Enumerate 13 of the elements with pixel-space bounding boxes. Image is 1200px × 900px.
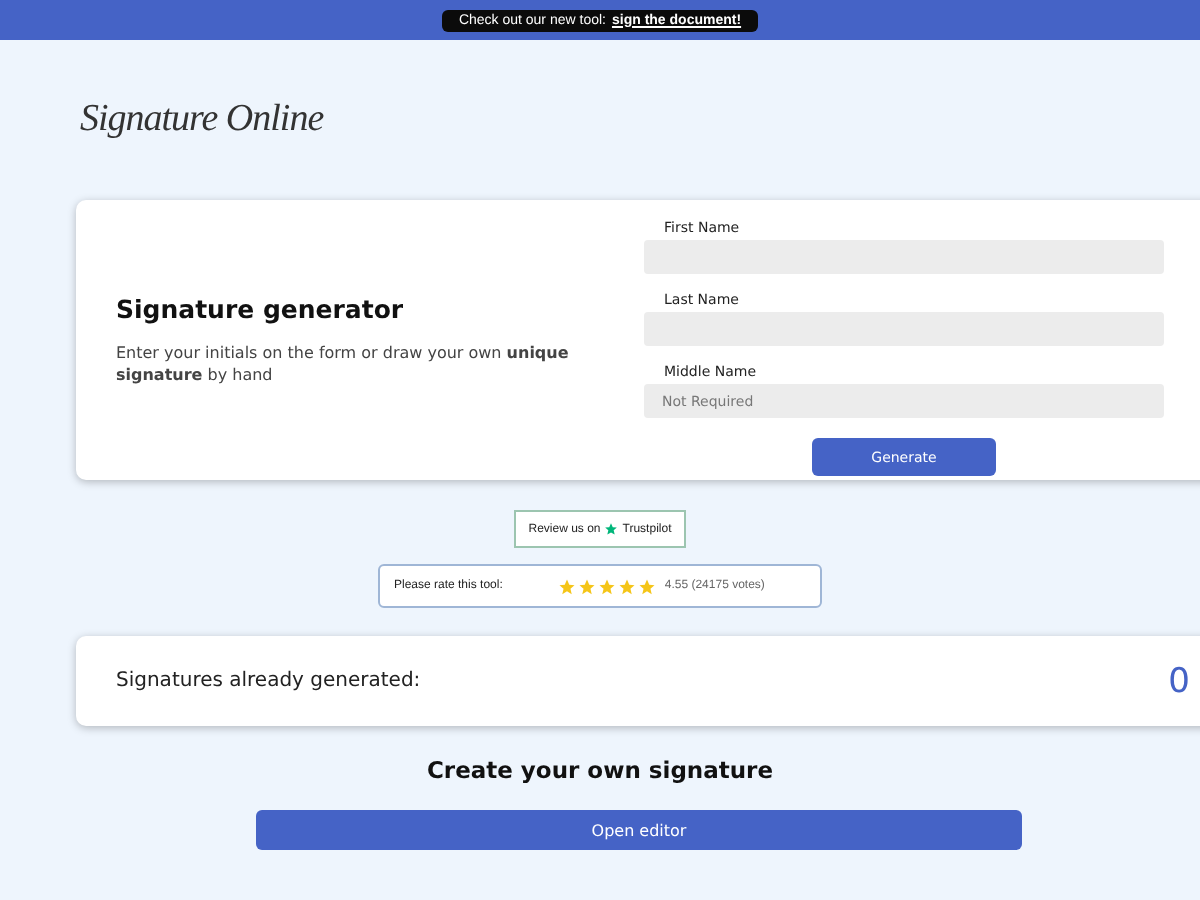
logo[interactable]: Signature Online [80,76,1200,164]
counter-label: Signatures already generated: [116,670,421,692]
card-description: Enter your initials on the form or draw your own unique signature by hand [116,341,571,387]
card-title: Signature generator [116,293,406,324]
star-icon[interactable] [558,577,577,595]
star-icon[interactable] [638,577,657,595]
star-icon[interactable] [618,577,637,595]
star-icon[interactable] [578,577,597,595]
star-icon [604,522,619,536]
open-editor-button[interactable]: Open editor [256,810,1022,850]
counter-value: 0 [1168,661,1190,701]
star-icon[interactable] [598,577,617,595]
cta-heading: Create your own signature [424,756,776,784]
